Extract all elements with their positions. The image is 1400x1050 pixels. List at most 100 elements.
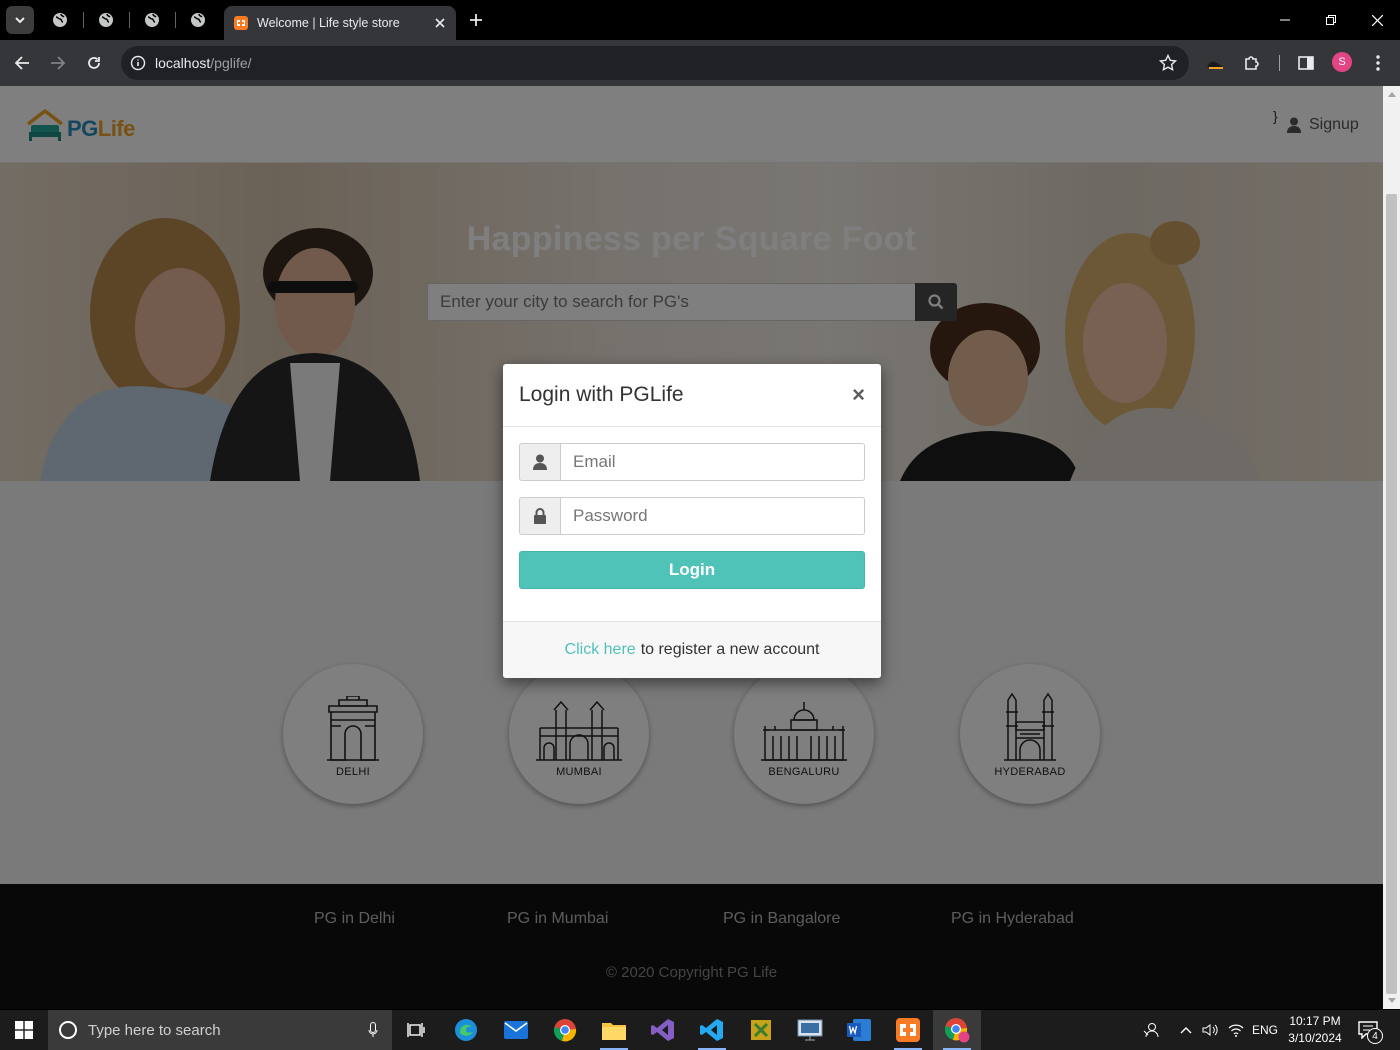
minimize-button[interactable]: [1273, 8, 1297, 32]
page-scrollbar[interactable]: [1383, 86, 1400, 1009]
volume-button[interactable]: [1199, 1010, 1221, 1050]
xampp-favicon-icon: [234, 16, 248, 30]
page-viewport: PGLife } Signup: [0, 86, 1383, 1009]
tab-active[interactable]: Welcome | Life style store: [224, 6, 456, 40]
tab-search-button[interactable]: [6, 6, 34, 34]
tab-separator: [175, 12, 176, 28]
taskbar-edge[interactable]: [442, 1010, 490, 1050]
people-button[interactable]: [1138, 1010, 1164, 1050]
speaker-icon: [1202, 1024, 1218, 1036]
notification-count-badge: 4: [1367, 1028, 1383, 1044]
input-language: ENG: [1251, 1023, 1278, 1037]
tab-separator: [83, 12, 84, 28]
restore-icon: [1326, 15, 1336, 25]
cortana-circle-icon: [59, 1021, 77, 1039]
taskbar-search-placeholder: Type here to search: [88, 1021, 221, 1039]
taskbar-vscode[interactable]: [688, 1010, 736, 1050]
password-input-group: [519, 497, 865, 535]
globe-icon: [145, 13, 159, 27]
edge-browser-icon: [455, 1019, 477, 1041]
people-icon: [1143, 1023, 1159, 1038]
login-modal: Login with PGLife × Login Click here to …: [503, 364, 881, 678]
close-window-button[interactable]: [1365, 8, 1389, 32]
input-language-button[interactable]: ENG: [1250, 1010, 1280, 1050]
show-hidden-icons-button[interactable]: [1176, 1010, 1196, 1050]
network-button[interactable]: [1225, 1010, 1247, 1050]
browser-menu-button[interactable]: [1366, 51, 1390, 75]
clock-time: 10:17 PM: [1289, 1014, 1341, 1028]
new-tab-button[interactable]: [466, 10, 486, 30]
clock-date: 3/10/2024: [1288, 1031, 1342, 1045]
pinned-tab-3[interactable]: [140, 8, 164, 32]
browser-tab-strip: Welcome | Life style store: [0, 0, 1400, 40]
word-icon: [847, 1019, 871, 1041]
email-input-group: [519, 443, 865, 481]
user-icon: [519, 443, 560, 481]
login-button[interactable]: Login: [519, 551, 865, 589]
start-button[interactable]: [0, 1010, 48, 1050]
extension-app-icon: [1207, 61, 1223, 69]
taskbar-chrome-profile[interactable]: [933, 1010, 981, 1050]
profile-avatar[interactable]: S: [1332, 52, 1352, 72]
taskbar-visual-studio[interactable]: [639, 1010, 687, 1050]
extensions-menu-button[interactable]: [1240, 51, 1264, 75]
register-link[interactable]: Click here: [565, 641, 636, 659]
taskbar-word[interactable]: [835, 1010, 883, 1050]
microphone-icon[interactable]: [368, 1022, 378, 1038]
tab-separator: [129, 12, 130, 28]
visual-studio-icon: [651, 1019, 674, 1041]
tab-close-icon[interactable]: [432, 15, 448, 31]
address-bar[interactable]: localhost/pglife/: [121, 46, 1189, 80]
close-icon: [1371, 14, 1383, 26]
task-view-icon: [407, 1023, 425, 1037]
taskbar-mail[interactable]: [492, 1010, 540, 1050]
globe-icon: [191, 13, 205, 27]
extension-button[interactable]: [1203, 51, 1227, 75]
taskbar-remote-desktop[interactable]: [786, 1010, 834, 1050]
side-panel-button[interactable]: [1294, 51, 1318, 75]
url-text: localhost/pglife/: [155, 55, 252, 71]
chevron-down-icon: [15, 17, 25, 24]
chrome-profile-icon: [944, 1018, 970, 1043]
arrow-left-icon: [14, 56, 29, 70]
pinned-tab-2[interactable]: [94, 8, 118, 32]
bookmark-star-icon[interactable]: [1159, 54, 1177, 72]
task-view-button[interactable]: [392, 1010, 440, 1050]
taskbar-chrome[interactable]: [541, 1010, 589, 1050]
pinned-tab-1[interactable]: [48, 8, 72, 32]
modal-body: Login: [503, 427, 881, 605]
globe-icon: [53, 13, 67, 27]
forward-button[interactable]: [46, 51, 70, 75]
restore-button[interactable]: [1319, 8, 1343, 32]
email-field[interactable]: [560, 443, 865, 481]
site-info-icon[interactable]: [121, 55, 155, 71]
password-field[interactable]: [560, 497, 865, 535]
taskbar-clock[interactable]: 10:17 PM 3/10/2024: [1280, 1013, 1350, 1047]
modal-close-button[interactable]: ×: [852, 384, 865, 406]
side-panel-icon: [1298, 56, 1314, 70]
reload-icon: [88, 57, 100, 69]
browser-toolbar: localhost/pglife/ S: [0, 40, 1400, 86]
computer-icon: [797, 1019, 823, 1041]
taskbar-file-explorer[interactable]: [590, 1010, 638, 1050]
lock-icon: [519, 497, 560, 535]
wifi-icon: [1228, 1024, 1244, 1037]
plus-icon: [470, 14, 482, 26]
scrollbar-thumb[interactable]: [1386, 194, 1397, 994]
globe-icon: [99, 13, 113, 27]
tab-title: Welcome | Life style store: [257, 16, 400, 30]
url-path: /pglife/: [210, 55, 252, 71]
scroll-up-arrow-icon[interactable]: [1388, 92, 1396, 97]
taskbar-app-manager[interactable]: [737, 1010, 785, 1050]
vscode-icon: [700, 1019, 723, 1041]
scroll-down-arrow-icon[interactable]: [1388, 998, 1396, 1003]
back-button[interactable]: [10, 51, 34, 75]
taskbar-search-box[interactable]: Type here to search: [48, 1010, 392, 1050]
minimize-icon: [1280, 19, 1290, 21]
pinned-tab-4[interactable]: [186, 8, 210, 32]
modal-header: Login with PGLife ×: [503, 364, 881, 427]
modal-footer: Click here to register a new account: [503, 621, 881, 678]
taskbar-xampp[interactable]: [884, 1010, 932, 1050]
reload-button[interactable]: [82, 51, 106, 75]
app-manager-icon: [751, 1020, 771, 1040]
